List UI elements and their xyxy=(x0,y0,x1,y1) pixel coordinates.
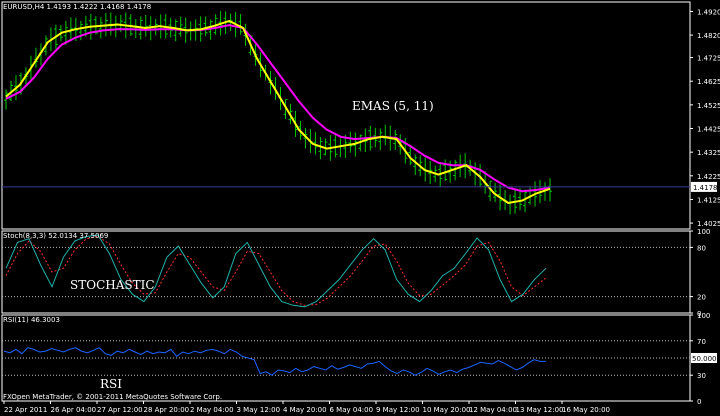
price-y-tick-label: 1.4920 xyxy=(697,8,720,16)
x-tick-label: 28 Apr 20:00 xyxy=(144,406,190,414)
trading-chart[interactable]: 1.4920 1.4820 1.4725 1.4625 1.4525 1.4425 1.43… xyxy=(0,0,720,416)
x-axis-ticks: 22 Apr 2011 26 Apr 04:00 27 Apr 12:00 28 Ap… xyxy=(3,401,610,414)
x-tick-label: 2 May 04:00 xyxy=(190,406,234,414)
rsi-level-label: 50.0000 xyxy=(692,355,720,363)
stoch-main-line xyxy=(5,234,547,308)
stoch-y-tick-label: 100 xyxy=(697,228,710,236)
price-y-tick-label: 1.4025 xyxy=(697,220,720,228)
panel-frames xyxy=(1,1,691,402)
price-candles xyxy=(4,10,552,215)
rsi-y-tick-label: 0 xyxy=(697,398,701,406)
price-y-tick-label: 1.4820 xyxy=(697,32,720,40)
x-tick-label: 3 May 12:00 xyxy=(237,406,281,414)
x-tick-label: 10 May 20:00 xyxy=(423,406,471,414)
x-tick-label: 6 May 04:00 xyxy=(330,406,374,414)
rsi-annotation: RSI xyxy=(100,377,122,391)
price-y-tick-label: 1.4225 xyxy=(697,173,720,181)
price-y-tick-label: 1.4725 xyxy=(697,55,720,63)
copyright-footer: FXOpen MetaTrader, © 2001-2011 MetaQuote… xyxy=(3,393,223,401)
price-y-tick-label: 1.4525 xyxy=(697,102,720,110)
stoch-y-tick-label: 80 xyxy=(697,244,706,252)
y-axis-ticks: 1.4920 1.4820 1.4725 1.4625 1.4525 1.4425 1.43… xyxy=(2,8,720,406)
rsi-y-tick-label: 70 xyxy=(697,338,706,346)
stoch-y-tick-label: 20 xyxy=(697,294,706,302)
x-tick-label: 27 Apr 12:00 xyxy=(97,406,143,414)
x-tick-label: 13 May 12:00 xyxy=(516,406,564,414)
rsi-panel-header: RSI(11) 46.3003 xyxy=(3,316,60,324)
x-tick-label: 12 May 04:00 xyxy=(469,406,517,414)
price-y-tick-label: 1.4125 xyxy=(697,196,720,204)
stoch-panel-frame xyxy=(1,230,691,314)
rsi-series-line xyxy=(3,347,546,376)
ema-lines xyxy=(5,19,551,205)
stoch-panel-header: Stoch(8,3,3) 52.0134 37.5069 xyxy=(3,232,109,240)
x-tick-label: 4 May 20:00 xyxy=(283,406,327,414)
x-tick-label: 22 Apr 2011 xyxy=(4,406,47,414)
stochastic-annotation: STOCHASTIC xyxy=(70,278,155,292)
ema-annotation: EMAS (5, 11) xyxy=(352,99,434,113)
x-tick-label: 16 May 20:00 xyxy=(562,406,610,414)
price-y-tick-label: 1.4425 xyxy=(697,126,720,134)
price-y-tick-label: 1.4625 xyxy=(697,78,720,86)
rsi-line xyxy=(3,347,546,376)
x-tick-label: 26 Apr 04:00 xyxy=(51,406,97,414)
price-panel-frame xyxy=(1,1,691,230)
rsi-y-tick-label: 100 xyxy=(697,312,710,320)
ema-fast-line xyxy=(5,19,551,205)
current-price-label: 1.4178 xyxy=(693,184,718,192)
x-tick-label: 9 May 12:00 xyxy=(376,406,420,414)
main-panel-header: EURUSD,H4 1.4193 1.4222 1.4168 1.4178 xyxy=(3,3,152,11)
price-y-tick-label: 1.4325 xyxy=(697,149,720,157)
stochastic-lines xyxy=(5,234,547,308)
rsi-y-tick-label: 30 xyxy=(697,372,706,380)
